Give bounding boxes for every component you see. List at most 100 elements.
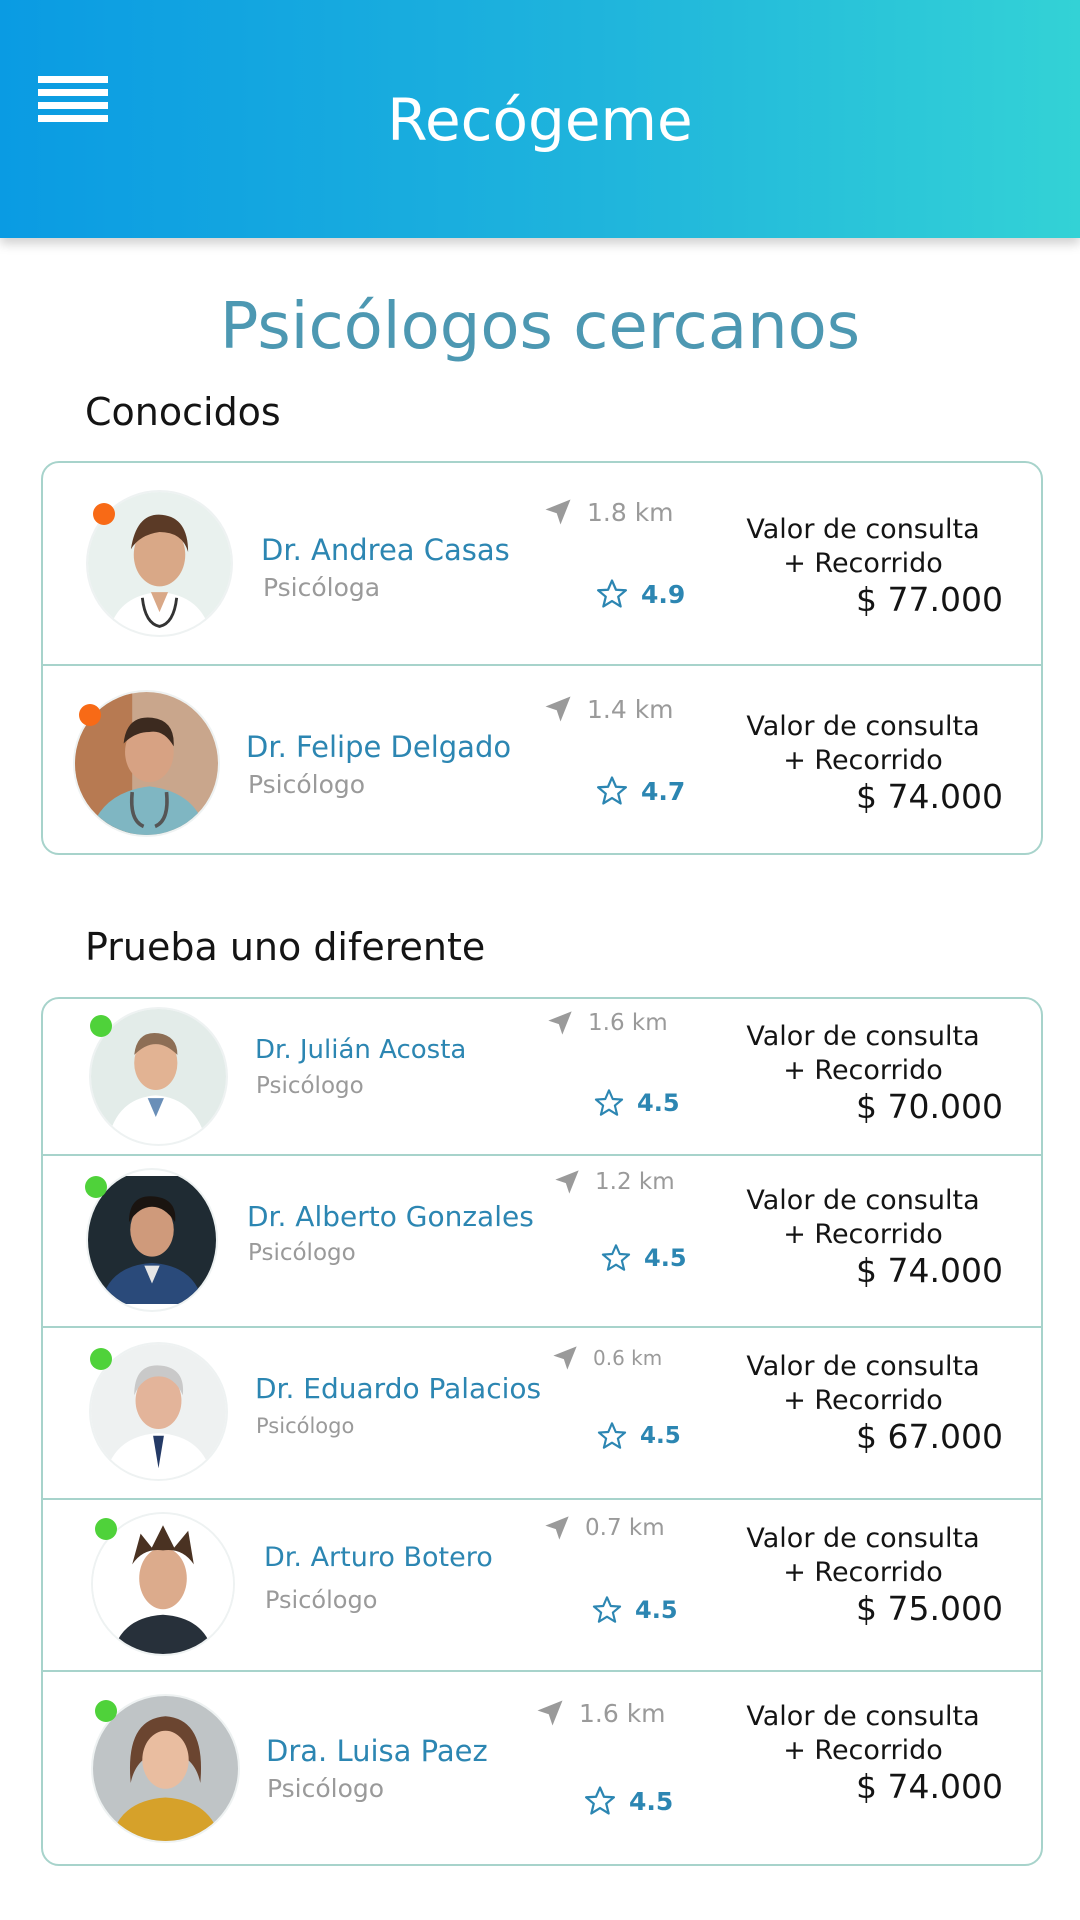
navigation-arrow-icon [537,1700,563,1726]
rating: 4.5 [596,1420,681,1452]
doctor-avatar [91,1344,226,1479]
star-icon [596,579,628,608]
distance: 0.6 km [551,1344,662,1372]
doctor-role: Psicólogo [267,1774,385,1803]
page-title: Psicólogos cercanos [219,290,861,364]
star-icon [601,1244,631,1271]
doctor-row[interactable]: Dr. Julián Acosta Psicólogo 1.6 km 4.5 V… [43,999,1041,1154]
doctor-role: Psicólogo [265,1586,378,1614]
distance-value: 0.6 km [593,1346,663,1370]
rating: 4.5 [591,1594,678,1626]
price-label-line1: Valor de consulta [746,1523,980,1554]
status-online-indicator [85,1176,107,1198]
status-online-indicator [95,1700,117,1722]
doctor-role: Psicólogo [256,1073,364,1099]
price-value: $ 77.000 [856,580,1003,619]
status-online-indicator [90,1015,112,1037]
star-icon [584,1786,616,1815]
distance: 1.8 km [543,497,674,527]
distance: 0.7 km [543,1514,665,1542]
navigation-arrow-icon [555,1170,579,1194]
doctor-row[interactable]: Dr. Andrea Casas Psicóloga 1.8 km 4.9 Va… [43,463,1041,664]
doctor-name[interactable]: Dr. Alberto Gonzales [247,1200,534,1233]
rating: 4.5 [583,1784,673,1818]
section-title-different: Prueba uno diferente [85,925,486,969]
doctor-role: Psicóloga [263,573,381,602]
navigation-arrow-icon [548,1011,572,1035]
price-value: $ 67.000 [856,1417,1003,1456]
distance: 1.4 km [543,694,674,724]
distance-value: 1.6 km [579,1698,666,1728]
price-label-line2: + Recorrido [783,1219,943,1250]
doctor-name[interactable]: Dra. Luisa Paez [266,1734,488,1768]
navigation-arrow-icon [545,499,571,525]
doctor-row[interactable]: Dra. Luisa Paez Psicólogo 1.6 km 4.5 Val… [43,1672,1041,1862]
price-label-line2: + Recorrido [783,1055,943,1086]
navigation-arrow-icon [545,696,571,722]
doctor-avatar [93,1696,238,1841]
app-bar: Recógeme [0,0,1080,238]
consultation-price: Valor de consulta + Recorrido $ 77.000 [723,513,1003,619]
app-title: Recógeme [387,86,693,154]
rating: 4.9 [595,577,685,611]
star-icon [596,776,628,805]
navigation-arrow-icon [545,1516,569,1540]
rating: 4.5 [593,1087,680,1119]
price-value: $ 74.000 [856,777,1003,816]
doctor-row[interactable]: Dr. Alberto Gonzales Psicólogo 1.2 km 4.… [43,1156,1041,1326]
consultation-price: Valor de consulta + Recorrido $ 74.000 [723,710,1003,816]
distance-value: 0.7 km [585,1515,665,1541]
price-label-line1: Valor de consulta [746,1021,980,1052]
status-busy-indicator [93,503,115,525]
status-online-indicator [95,1518,117,1540]
price-value: $ 74.000 [856,1251,1003,1290]
price-value: $ 75.000 [856,1589,1003,1628]
price-value: $ 74.000 [856,1767,1003,1806]
price-label-line2: + Recorrido [783,1735,943,1766]
star-icon [594,1089,624,1116]
star-icon [597,1422,627,1449]
price-value: $ 70.000 [856,1087,1003,1126]
distance: 1.2 km [553,1168,675,1196]
rating-value: 4.5 [635,1596,678,1624]
doctor-avatar [88,1170,216,1310]
distance-value: 1.6 km [588,1010,668,1036]
navigation-arrow-icon [553,1346,577,1370]
doctor-row[interactable]: Dr. Arturo Botero Psicólogo 0.7 km 4.5 V… [43,1500,1041,1670]
doctor-role: Psicólogo [256,1414,355,1438]
consultation-price: Valor de consulta + Recorrido $ 67.000 [723,1350,1003,1456]
price-label-line1: Valor de consulta [746,1185,980,1216]
doctor-name[interactable]: Dr. Felipe Delgado [246,730,511,764]
price-label-line1: Valor de consulta [746,1701,980,1732]
doctor-name[interactable]: Dr. Andrea Casas [261,533,510,567]
other-doctors-card: Dr. Julián Acosta Psicólogo 1.6 km 4.5 V… [41,997,1043,1866]
distance-value: 1.8 km [587,497,674,527]
rating-value: 4.9 [641,579,686,609]
rating-value: 4.5 [629,1786,674,1816]
doctor-name[interactable]: Dr. Julián Acosta [255,1035,466,1065]
price-label-line2: + Recorrido [783,1557,943,1588]
distance: 1.6 km [546,1009,668,1037]
price-label-line2: + Recorrido [783,745,943,776]
status-online-indicator [90,1348,112,1370]
doctor-row[interactable]: Dr. Eduardo Palacios Psicólogo 0.6 km 4.… [43,1328,1041,1498]
doctor-row[interactable]: Dr. Felipe Delgado Psicólogo 1.4 km 4.7 … [43,666,1041,853]
rating: 4.5 [600,1242,687,1274]
distance-value: 1.2 km [595,1169,675,1195]
doctor-role: Psicólogo [248,770,366,799]
rating-value: 4.5 [637,1089,680,1117]
distance: 1.6 km [535,1698,666,1728]
rating-value: 4.5 [640,1423,681,1449]
doctor-role: Psicólogo [248,1240,356,1266]
doctor-name[interactable]: Dr. Eduardo Palacios [255,1372,541,1405]
price-label-line2: + Recorrido [783,548,943,579]
rating-value: 4.7 [641,776,686,806]
consultation-price: Valor de consulta + Recorrido $ 74.000 [723,1184,1003,1290]
star-icon [592,1596,622,1623]
known-doctors-card: Dr. Andrea Casas Psicóloga 1.8 km 4.9 Va… [41,461,1043,855]
section-title-known: Conocidos [85,390,281,434]
consultation-price: Valor de consulta + Recorrido $ 70.000 [723,1020,1003,1126]
price-label-line1: Valor de consulta [746,514,980,545]
doctor-name[interactable]: Dr. Arturo Botero [264,1542,493,1573]
price-label-line1: Valor de consulta [746,711,980,742]
